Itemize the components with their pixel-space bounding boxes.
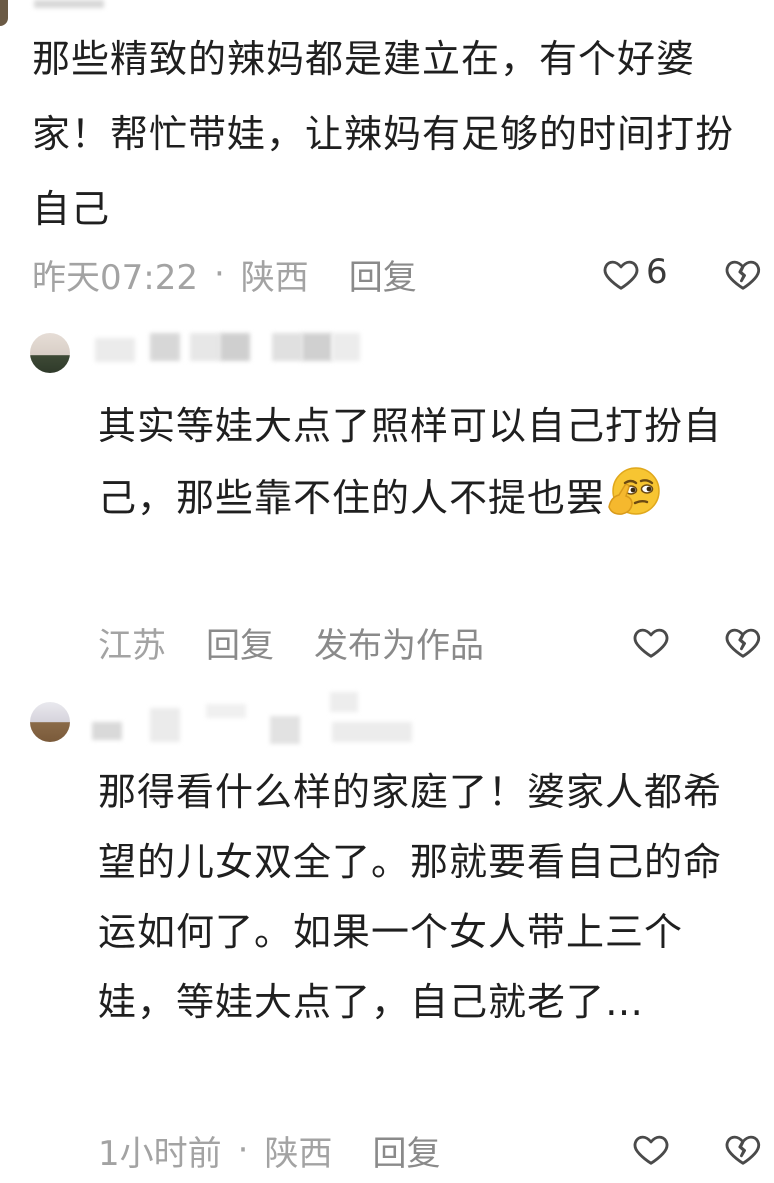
broken-heart-icon[interactable] [724, 1130, 762, 1168]
avatar-edge [0, 0, 8, 26]
meta-dot: · [213, 254, 225, 294]
broken-heart-icon[interactable] [724, 623, 762, 661]
username-blurred [272, 333, 302, 361]
comment-location: 江苏 [98, 625, 166, 666]
meta-dot: · [237, 1130, 249, 1170]
comment-text: 其实等娃大点了照样可以自己打扮自己，那些靠不住的人不提也罢 [98, 404, 723, 520]
comment-location: 陕西 [240, 257, 309, 298]
comment-time: 昨天07:22 [32, 257, 198, 298]
avatar[interactable] [30, 702, 70, 742]
heart-outline-icon[interactable] [632, 1130, 670, 1168]
like-count: 6 [646, 252, 668, 292]
username-blurred [190, 333, 220, 361]
comment-meta: 昨天07:22 · 陕西 回复 [32, 250, 417, 299]
comment-text: 那得看什么样的家庭了！婆家人都希望的儿女双全了。那就要看自己的命运如何了。如果一… [98, 770, 723, 1024]
username-blurred [270, 716, 300, 744]
username-blurred [34, 0, 104, 8]
reply-button[interactable]: 回复 [206, 618, 274, 667]
username-blurred [332, 722, 412, 742]
username-blurred [92, 722, 122, 740]
username-blurred [150, 708, 180, 742]
comment-meta: 1小时前 · 陕西 回复 [98, 1126, 440, 1175]
username-blurred [302, 333, 332, 361]
avatar[interactable] [30, 333, 70, 373]
reply-button[interactable]: 回复 [372, 1126, 440, 1175]
comment-location: 陕西 [264, 1133, 333, 1174]
broken-heart-icon[interactable] [724, 255, 762, 293]
publish-as-work-button[interactable]: 发布为作品 [314, 618, 484, 667]
smirking-thinking-emoji [608, 467, 660, 515]
heart-outline-icon[interactable] [602, 255, 640, 293]
username-blurred [150, 333, 180, 361]
heart-outline-icon[interactable] [632, 623, 670, 661]
username-blurred [330, 692, 358, 712]
username-blurred [206, 704, 246, 718]
comment-text: 那些精致的辣妈都是建立在，有个好婆家！帮忙带娃，让辣妈有足够的时间打扮自己 [32, 37, 735, 231]
username-blurred [220, 333, 250, 361]
comment-time: 1小时前 [98, 1133, 222, 1174]
reply-button[interactable]: 回复 [349, 250, 417, 299]
username-blurred [332, 333, 360, 361]
username-blurred [95, 338, 135, 362]
comment-meta: 江苏 回复 发布为作品 [98, 618, 484, 667]
